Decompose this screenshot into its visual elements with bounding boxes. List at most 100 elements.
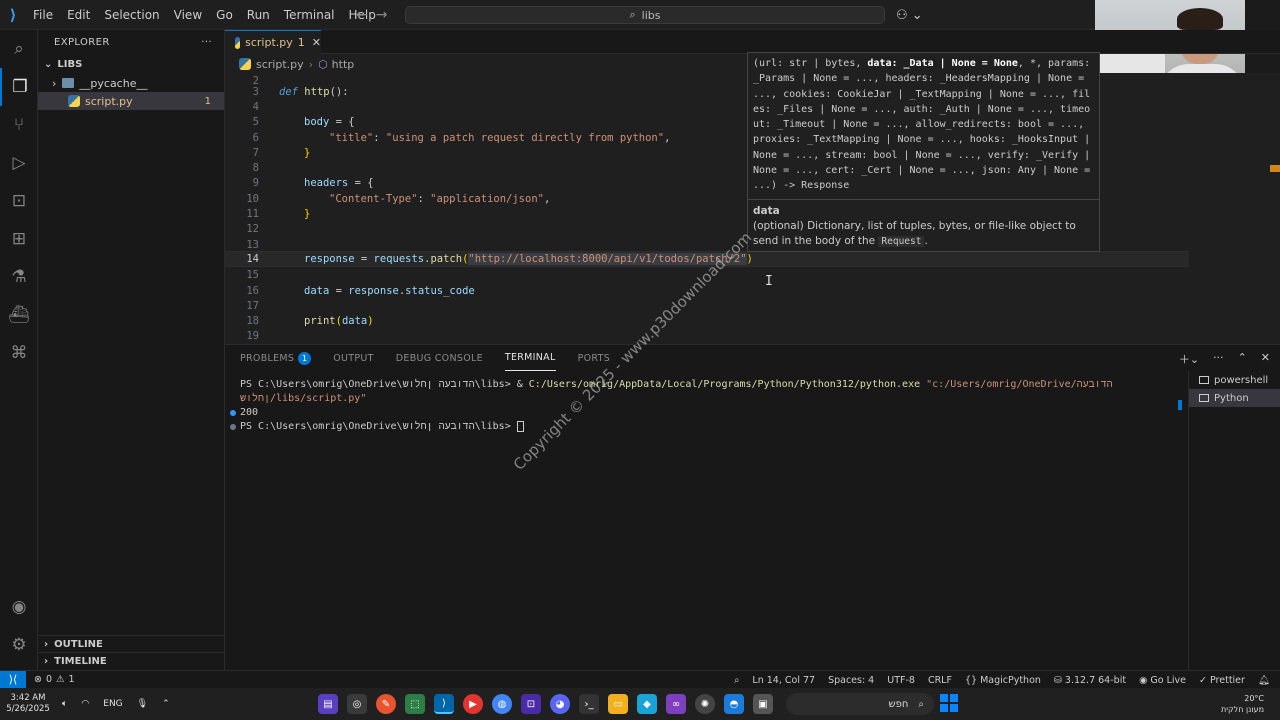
- line-number: 17: [246, 299, 259, 312]
- status-bar: ⟩⟨ ⊗ 0 ⚠ 1 ⌕ Ln 14, Col 77 Spaces: 4 UTF-8…: [0, 670, 1280, 689]
- obs-icon[interactable]: ◎: [347, 694, 367, 714]
- menu-run[interactable]: Run: [240, 8, 277, 22]
- encoding[interactable]: UTF-8: [887, 675, 915, 686]
- app-icon[interactable]: ▶: [463, 694, 483, 714]
- code-punct: = {: [329, 116, 355, 129]
- discord-icon[interactable]: ◕: [550, 694, 570, 714]
- terminal-output-value: 200: [240, 407, 259, 418]
- visual-studio-icon[interactable]: ∞: [666, 694, 686, 714]
- tree-item-script-py[interactable]: script.py 1: [38, 92, 224, 110]
- account-icon[interactable]: ◉: [0, 588, 38, 626]
- breadcrumb-file[interactable]: script.py: [256, 58, 304, 71]
- tab-badge: 1: [297, 36, 305, 49]
- tab-output[interactable]: OUTPUT: [333, 345, 374, 371]
- windows-start-icon[interactable]: [940, 694, 958, 712]
- arrow-left-icon[interactable]: ←: [356, 7, 368, 23]
- menu-selection[interactable]: Selection: [97, 8, 166, 22]
- remote-explorer-icon[interactable]: ⊡: [0, 182, 38, 220]
- line-number: 8: [252, 162, 259, 175]
- app-icon[interactable]: ▣: [753, 694, 773, 714]
- line-ending[interactable]: CRLF: [928, 675, 952, 686]
- language-mode[interactable]: {} MagicPython: [965, 675, 1041, 686]
- run-debug-icon[interactable]: ▷: [0, 144, 38, 182]
- chrome-icon[interactable]: ◍: [492, 694, 512, 714]
- bell-icon[interactable]: 🔔︎: [1258, 675, 1270, 686]
- app-icon[interactable]: ⊡: [521, 694, 541, 714]
- tab-debug-console[interactable]: DEBUG CONSOLE: [396, 345, 483, 371]
- bookmark-icon[interactable]: ⌘: [0, 334, 38, 372]
- tab-terminal[interactable]: TERMINAL: [504, 345, 556, 371]
- app-icon[interactable]: ✎: [376, 694, 396, 714]
- command-center-label: libs: [641, 8, 661, 22]
- weather-widget[interactable]: 20°C מעונן חלקית: [1221, 688, 1264, 720]
- workspace-folder[interactable]: ⌄ LIBS: [38, 54, 224, 74]
- source-control-icon[interactable]: ⑂: [0, 106, 38, 144]
- indentation[interactable]: Spaces: 4: [828, 675, 874, 686]
- explorer-icon[interactable]: ❐: [0, 68, 38, 106]
- extensions-icon[interactable]: ⊞: [0, 220, 38, 258]
- app-icon[interactable]: ▤: [318, 694, 338, 714]
- tab-label: script.py: [245, 36, 293, 49]
- timeline-section[interactable]: › TIMELINE: [38, 652, 225, 670]
- close-icon[interactable]: ✕: [1261, 351, 1270, 367]
- remote-indicator-icon[interactable]: ⟩⟨: [0, 670, 26, 689]
- clock[interactable]: 3:42 AM 5/26/2025: [0, 693, 56, 715]
- terminal-item-python[interactable]: Python: [1189, 389, 1280, 407]
- terminal-line: 200: [230, 406, 1180, 420]
- app-icon[interactable]: ◆: [637, 694, 657, 714]
- panel-tabs: PROBLEMS 1 OUTPUT DEBUG CONSOLE TERMINAL …: [225, 345, 1280, 371]
- more-actions-icon[interactable]: ···: [201, 37, 212, 48]
- variable-headers: headers: [304, 177, 349, 190]
- testing-icon[interactable]: ⚗: [0, 258, 38, 296]
- menu-edit[interactable]: Edit: [60, 8, 97, 22]
- module-requests: requests: [373, 252, 425, 265]
- go-live-button[interactable]: ◉ Go Live: [1139, 675, 1186, 686]
- docker-icon[interactable]: ⛴: [0, 296, 38, 334]
- wifi-icon[interactable]: ◠: [81, 699, 89, 709]
- zoom-icon[interactable]: ⌕: [734, 675, 739, 686]
- edge-icon[interactable]: ◓: [724, 694, 744, 714]
- cursor-position[interactable]: Ln 14, Col 77: [752, 675, 815, 686]
- outline-section[interactable]: › OUTLINE: [38, 635, 225, 653]
- search-icon[interactable]: ⌕: [0, 30, 38, 68]
- language-indicator[interactable]: ENG: [103, 699, 122, 709]
- file-explorer-icon[interactable]: ▭: [608, 694, 628, 714]
- taskbar-search[interactable]: חפש ⌕: [786, 693, 934, 715]
- string-value: "using a patch request directly from pyt…: [385, 131, 665, 144]
- terminal-item-powershell[interactable]: powershell: [1189, 371, 1280, 389]
- command-center[interactable]: ⌕ libs: [405, 6, 885, 24]
- arrow-right-icon[interactable]: →: [376, 7, 388, 23]
- terminal-icon[interactable]: ›_: [579, 694, 599, 714]
- line-number: 14: [246, 252, 259, 265]
- more-actions-icon[interactable]: ···: [1213, 351, 1224, 367]
- breadcrumb-symbol[interactable]: http: [332, 58, 355, 71]
- python-interpreter[interactable]: ⛁ 3.12.7 64-bit: [1054, 675, 1126, 686]
- tab-problems[interactable]: PROBLEMS 1: [240, 345, 312, 371]
- vscode-icon[interactable]: ⟩: [434, 694, 454, 714]
- close-icon[interactable]: ✕: [312, 36, 321, 49]
- minimap-warning-marker: [1270, 165, 1280, 172]
- tree-item-pycache[interactable]: › __pycache__: [38, 74, 224, 92]
- variable-data: data: [304, 284, 330, 297]
- prettier-button[interactable]: ✓ Prettier: [1199, 675, 1245, 686]
- app-icon[interactable]: ⬚: [405, 694, 425, 714]
- tree-item-label: script.py: [85, 94, 133, 108]
- menu-terminal[interactable]: Terminal: [277, 8, 342, 22]
- warning-count: 1: [68, 674, 75, 685]
- speaker-icon[interactable]: 🔈︎: [62, 699, 67, 709]
- code-line: 19: [225, 329, 1280, 344]
- new-terminal-icon[interactable]: ＋⌄: [1179, 351, 1199, 367]
- problems-status[interactable]: ⊗ 0 ⚠ 1: [34, 674, 75, 685]
- copilot-icon[interactable]: ⚇ ⌄: [896, 0, 923, 30]
- menu-file[interactable]: File: [26, 8, 60, 22]
- chatgpt-icon[interactable]: ✺: [695, 694, 715, 714]
- microphone-icon[interactable]: 🎙︎: [137, 699, 148, 709]
- gear-icon[interactable]: ⚙: [0, 626, 38, 664]
- menu-go[interactable]: Go: [209, 8, 240, 22]
- folder-icon: [62, 78, 75, 88]
- maximize-panel-icon[interactable]: ⌃: [1238, 351, 1247, 367]
- menu-view[interactable]: View: [167, 8, 209, 22]
- chevron-up-icon[interactable]: ⌃: [162, 699, 170, 709]
- terminal-output[interactable]: PS C:\Users\omrig\OneDrive\הדובעה ןחלוש\…: [230, 378, 1180, 434]
- tab-script-py[interactable]: script.py 1 ✕: [225, 30, 321, 54]
